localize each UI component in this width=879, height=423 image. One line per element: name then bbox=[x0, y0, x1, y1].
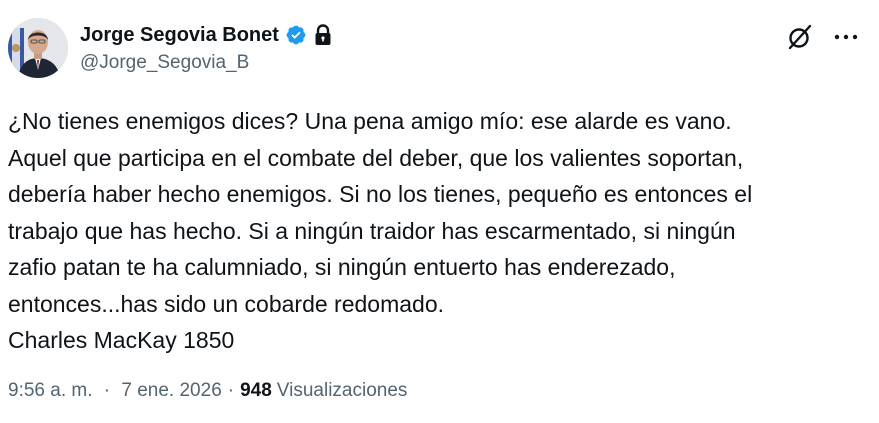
tweet-text-line: Aquel que participa en el combate del de… bbox=[8, 144, 744, 171]
grok-icon bbox=[788, 24, 812, 50]
tweet-time: 9:56 a. m. bbox=[8, 380, 93, 401]
tweet-meta: 9:56 a. m. · 7 ene. 2026 · 948 Visualizac… bbox=[8, 380, 407, 402]
tweet-text-line: trabajo que has hecho. Si a ningún traid… bbox=[8, 217, 736, 244]
tweet-text-line: ¿No tienes enemigos dices? Una pena amig… bbox=[8, 108, 732, 134]
author-handle[interactable]: @Jorge_Segovia_B bbox=[80, 52, 249, 74]
tweet-time-link[interactable]: 9:56 a. m. · 7 ene. 2026 bbox=[8, 380, 222, 402]
more-options-icon bbox=[834, 34, 858, 40]
views-link[interactable]: 948 Visualizaciones bbox=[240, 380, 407, 402]
author-display-name[interactable]: Jorge Segovia Bonet bbox=[80, 24, 279, 47]
avatar[interactable] bbox=[8, 18, 68, 78]
meta-separator: · bbox=[103, 380, 111, 401]
views-label: Visualizaciones bbox=[276, 380, 408, 401]
tweet-date: 7 ene. 2026 bbox=[121, 380, 222, 401]
more-options-button[interactable] bbox=[831, 22, 861, 52]
avatar-image bbox=[8, 18, 68, 78]
grok-button[interactable] bbox=[785, 22, 815, 52]
tweet-text-line: zafio patan te ha calumniado, si ningún … bbox=[8, 254, 676, 280]
verified-badge-icon[interactable] bbox=[285, 24, 307, 46]
views-count: 948 bbox=[240, 380, 272, 401]
tweet-text-line: debería haber hecho enemigos. Si no los … bbox=[8, 181, 753, 207]
tweet-text-line: Charles MacKay 1850 bbox=[8, 327, 235, 353]
tweet-text: ¿No tienes enemigos dices? Una pena amig… bbox=[8, 103, 868, 359]
lock-icon bbox=[313, 24, 333, 46]
meta-separator: · bbox=[227, 380, 235, 401]
tweet-top-actions bbox=[785, 22, 861, 52]
author-name-row: Jorge Segovia Bonet bbox=[80, 20, 333, 50]
tweet-text-line: entonces...has sido un cobarde redomado. bbox=[8, 290, 445, 317]
tweet: Jorge Segovia Bonet @Jorge_Segovia_B ¿No… bbox=[0, 0, 879, 423]
